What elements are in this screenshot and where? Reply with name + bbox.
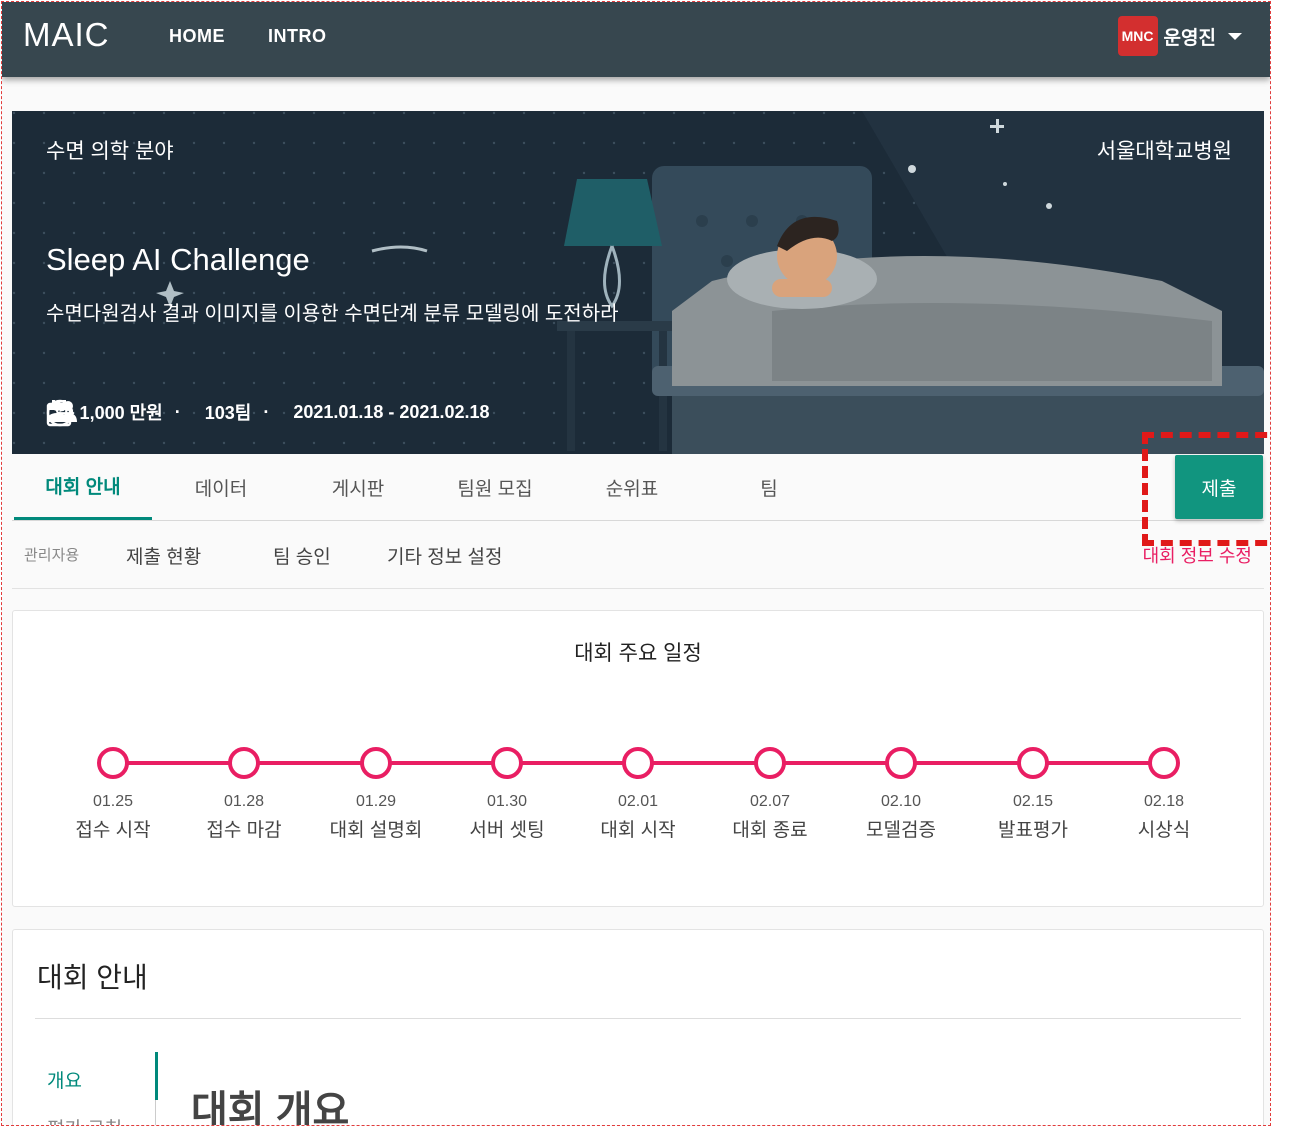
side-nav-indicator — [155, 1052, 158, 1100]
timeline-event: 02.07 대회 종료 — [705, 747, 835, 842]
hero-subtitle: 수면다원검사 결과 이미지를 이용한 수면단계 분류 모델링에 도전하라 — [46, 303, 619, 325]
page-frame: MAIC HOME INTRO MNC 운영진 수면 의학 분야 서울대학교병원… — [1, 1, 1271, 1126]
chevron-down-icon — [1228, 32, 1242, 40]
event-date: 02.01 — [617, 793, 659, 810]
hero-title: Sleep AI Challenge — [46, 242, 310, 277]
edit-competition-link[interactable]: 대회 정보 수정 — [1143, 542, 1252, 568]
admin-label: 관리자용 — [24, 547, 80, 564]
event-date: 01.29 — [355, 793, 397, 810]
event-label: 서버 셋팅 — [469, 820, 545, 841]
timeline-event: 01.30 서버 셋팅 — [442, 747, 572, 842]
timeline-event: 02.18 시상식 — [1099, 747, 1229, 842]
event-date: 02.18 — [1143, 793, 1185, 810]
user-menu[interactable]: MNC 운영진 — [1117, 16, 1242, 56]
overview-heading: 대회 개요 — [191, 1089, 350, 1126]
site-logo[interactable]: MAIC — [23, 16, 110, 54]
timeline-marker — [754, 747, 786, 779]
timeline-event: 02.10 모델검증 — [836, 747, 966, 842]
event-date: 01.30 — [486, 793, 528, 810]
other-settings-link[interactable]: 기타 정보 설정 — [387, 542, 502, 569]
hero-category: 수면 의학 분야 — [46, 140, 174, 163]
timeline-event: 02.01 대회 시작 — [573, 747, 703, 842]
avatar: MNC — [1117, 16, 1158, 56]
timeline-marker — [1017, 747, 1049, 779]
side-nav-track — [155, 1100, 156, 1125]
event-label: 발표평가 — [998, 820, 1068, 841]
user-name: 운영진 — [1163, 27, 1216, 49]
timeline-marker — [622, 747, 654, 779]
hero-host: 서울대학교병원 — [1096, 140, 1232, 163]
schedule-title: 대회 주요 일정 — [574, 642, 702, 665]
tab-info[interactable]: 대회 안내 — [14, 454, 152, 520]
event-date: 02.15 — [1012, 793, 1054, 810]
submit-button[interactable]: 제출 — [1175, 455, 1263, 519]
admin-toolbar: 관리자용 제출 현황 팀 승인 기타 정보 설정 대회 정보 수정 — [12, 522, 1264, 589]
event-date: 01.25 — [92, 793, 134, 810]
divider — [35, 1018, 1241, 1019]
tab-team[interactable]: 팀 — [700, 454, 838, 520]
event-label: 접수 마감 — [206, 820, 282, 841]
event-label: 모델검증 — [866, 820, 936, 841]
competition-tabs: 대회 안내 데이터 게시판 팀원 모집 순위표 팀 — [12, 454, 1264, 521]
nav-home-link[interactable]: HOME — [169, 26, 225, 47]
timeline-marker — [885, 747, 917, 779]
timeline-marker — [97, 747, 129, 779]
tab-data[interactable]: 데이터 — [152, 454, 290, 520]
submission-status-link[interactable]: 제출 현황 — [126, 542, 201, 569]
timeline-marker — [228, 747, 260, 779]
tab-board[interactable]: 게시판 — [289, 454, 427, 520]
tab-leaderboard[interactable]: 순위표 — [563, 454, 701, 520]
team-approval-link[interactable]: 팀 승인 — [273, 542, 331, 569]
timeline-event: 02.15 발표평가 — [968, 747, 1098, 842]
team-count: 103팀 — [204, 403, 252, 423]
intro-card: 대회 안내 개요 평가 규칙 대회 개요 — [12, 929, 1264, 1126]
timeline-marker — [491, 747, 523, 779]
timeline-marker — [1148, 747, 1180, 779]
schedule-card: 대회 주요 일정 01.25 접수 시작 01.28 접수 마감 01.29 대… — [12, 610, 1264, 907]
event-date: 02.10 — [880, 793, 922, 810]
hero-banner: 수면 의학 분야 서울대학교병원 Sleep AI Challenge 수면다원… — [12, 111, 1264, 454]
timeline-event: 01.28 접수 마감 — [179, 747, 309, 842]
intro-title: 대회 안내 — [37, 962, 148, 993]
event-label: 접수 시작 — [75, 820, 151, 841]
event-date: 02.07 — [749, 793, 791, 810]
top-navbar: MAIC HOME INTRO MNC 운영진 — [2, 2, 1270, 77]
event-label: 대회 설명회 — [329, 820, 423, 841]
nav-intro-link[interactable]: INTRO — [268, 26, 327, 47]
hero-meta: $ 총 1,000 만원 · 103팀 · 2021.01.18 - 2021.… — [46, 399, 490, 427]
timeline-event: 01.29 대회 설명회 — [311, 747, 441, 842]
tab-recruit[interactable]: 팀원 모집 — [426, 454, 564, 520]
event-label: 대회 종료 — [732, 820, 808, 841]
timeline-event: 01.25 접수 시작 — [48, 747, 178, 842]
competition-period: 2021.01.18 - 2021.02.18 — [293, 401, 490, 422]
side-nav-rules[interactable]: 평가 규칙 — [47, 1114, 122, 1125]
event-label: 대회 시작 — [600, 820, 676, 841]
side-nav-overview[interactable]: 개요 — [47, 1066, 82, 1093]
event-label: 시상식 — [1137, 820, 1191, 841]
timeline-marker — [360, 747, 392, 779]
event-date: 01.28 — [223, 793, 265, 810]
